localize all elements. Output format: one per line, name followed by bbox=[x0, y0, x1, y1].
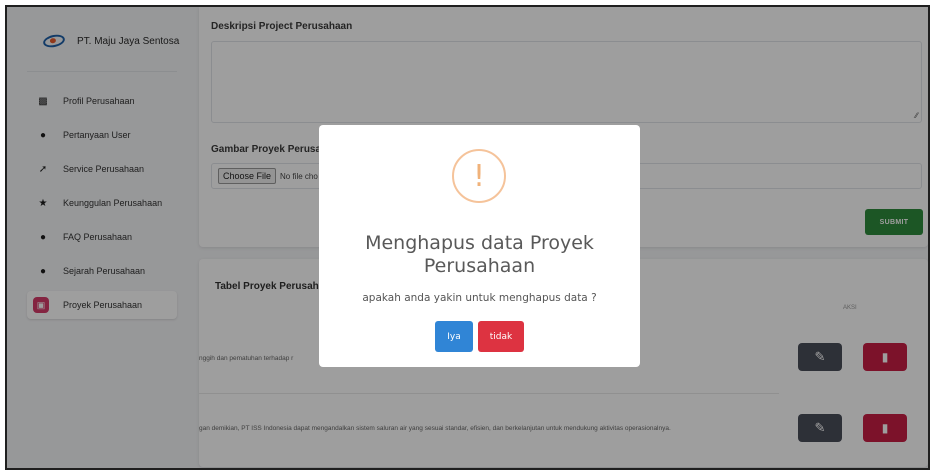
cancel-button[interactable]: tidak bbox=[478, 321, 524, 352]
warning-icon: ! bbox=[452, 149, 506, 203]
dialog-title: Menghapus data Proyek Perusahaan bbox=[365, 232, 594, 277]
delete-confirm-dialog: ! Menghapus data Proyek Perusahaan apaka… bbox=[319, 125, 640, 367]
confirm-button[interactable]: Iya bbox=[435, 321, 473, 352]
dialog-message: apakah anda yakin untuk menghapus data ? bbox=[362, 292, 597, 304]
app-frame: PT. Maju Jaya Sentosa ▩ Profil Perusahaa… bbox=[5, 5, 930, 470]
